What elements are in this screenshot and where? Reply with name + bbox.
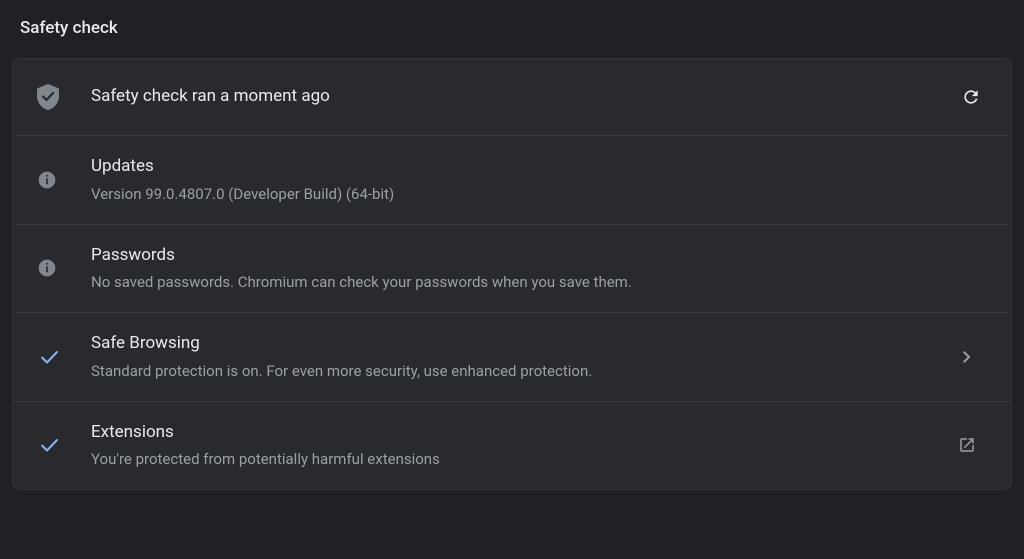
info-icon bbox=[37, 170, 69, 190]
safety-check-header-title: Safety check ran a moment ago bbox=[91, 84, 955, 110]
safety-check-card: Safety check ran a moment ago Updates Ve… bbox=[12, 58, 1012, 490]
passwords-subtitle: No saved passwords. Chromium can check y… bbox=[91, 270, 987, 294]
open-external-icon bbox=[958, 436, 976, 454]
extensions-open-external bbox=[947, 436, 987, 454]
updates-subtitle: Version 99.0.4807.0 (Developer Build) (6… bbox=[91, 182, 987, 206]
check-icon bbox=[37, 345, 69, 369]
chevron-right-icon bbox=[963, 351, 971, 363]
shield-check-icon bbox=[37, 84, 69, 110]
safe-browsing-row[interactable]: Safe Browsing Standard protection is on.… bbox=[13, 313, 1011, 402]
passwords-title: Passwords bbox=[91, 243, 987, 269]
refresh-icon bbox=[961, 87, 981, 107]
section-title: Safety check bbox=[12, 18, 1012, 58]
extensions-subtitle: You're protected from potentially harmfu… bbox=[91, 447, 947, 471]
passwords-body: Passwords No saved passwords. Chromium c… bbox=[69, 243, 987, 295]
extensions-row[interactable]: Extensions You're protected from potenti… bbox=[13, 402, 1011, 490]
safe-browsing-subtitle: Standard protection is on. For even more… bbox=[91, 359, 947, 383]
safe-browsing-title: Safe Browsing bbox=[91, 331, 947, 357]
safe-browsing-body: Safe Browsing Standard protection is on.… bbox=[69, 331, 947, 383]
extensions-body: Extensions You're protected from potenti… bbox=[69, 420, 947, 472]
passwords-row: Passwords No saved passwords. Chromium c… bbox=[13, 225, 1011, 314]
safety-check-section: Safety check Safety check ran a moment a… bbox=[0, 0, 1024, 508]
check-icon bbox=[37, 433, 69, 457]
refresh-button[interactable] bbox=[955, 81, 987, 113]
info-icon bbox=[37, 258, 69, 278]
safety-check-header-body: Safety check ran a moment ago bbox=[69, 84, 955, 110]
updates-title: Updates bbox=[91, 154, 987, 180]
updates-body: Updates Version 99.0.4807.0 (Developer B… bbox=[69, 154, 987, 206]
safe-browsing-chevron bbox=[947, 351, 987, 363]
updates-row: Updates Version 99.0.4807.0 (Developer B… bbox=[13, 136, 1011, 225]
safety-check-header-row: Safety check ran a moment ago bbox=[13, 59, 1011, 136]
extensions-title: Extensions bbox=[91, 420, 947, 446]
